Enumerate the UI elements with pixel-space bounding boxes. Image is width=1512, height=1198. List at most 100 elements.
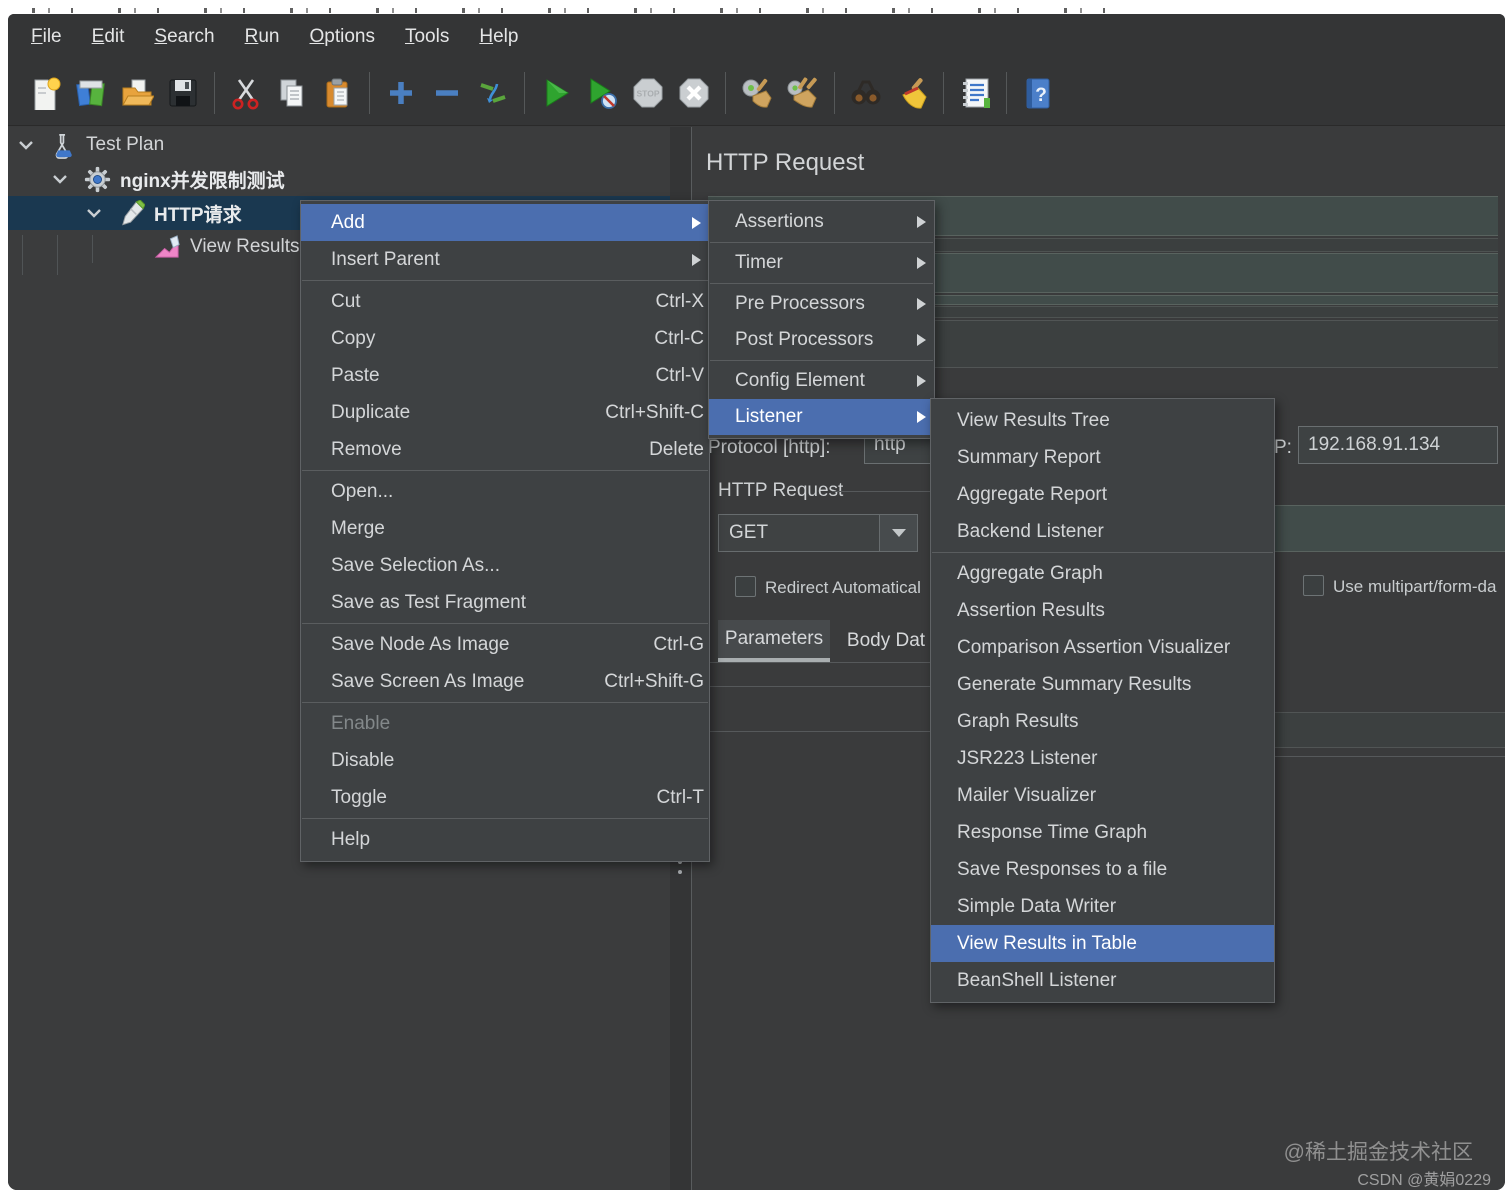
cut-icon[interactable] xyxy=(228,75,264,111)
watermark-juejin: @稀土掘金技术社区 xyxy=(1284,1136,1473,1166)
menu-item-open[interactable]: Open... xyxy=(301,473,709,510)
chevron-down-icon[interactable] xyxy=(16,135,36,155)
server-ip-label: P: xyxy=(1274,437,1292,459)
field-row xyxy=(1262,712,1505,748)
menu-item-merge[interactable]: Merge xyxy=(301,510,709,547)
function-helper-icon[interactable] xyxy=(957,75,993,111)
menu-edit[interactable]: Edit xyxy=(79,20,138,54)
menu-file[interactable]: File xyxy=(18,20,75,54)
menu-item-summary-report[interactable]: Summary Report xyxy=(931,439,1274,476)
reset-search-broom-icon[interactable] xyxy=(894,75,930,111)
svg-text:?: ? xyxy=(1035,85,1047,106)
menu-item-generate-summary-results[interactable]: Generate Summary Results xyxy=(931,666,1274,703)
menu-item-pre-processors[interactable]: Pre Processors xyxy=(709,286,934,322)
menu-item-response-time-graph[interactable]: Response Time Graph xyxy=(931,814,1274,851)
menu-search[interactable]: Search xyxy=(141,20,227,54)
menu-item-aggregate-report[interactable]: Aggregate Report xyxy=(931,476,1274,513)
swap-icon[interactable] xyxy=(475,75,511,111)
menu-item-save-as-test-fragment[interactable]: Save as Test Fragment xyxy=(301,584,709,621)
menu-run[interactable]: Run xyxy=(232,20,293,54)
open-file-icon[interactable] xyxy=(119,75,155,111)
chevron-down-icon[interactable] xyxy=(50,169,70,189)
tree-row-view-results[interactable]: View Results xyxy=(154,230,300,264)
tree-row-test-plan[interactable]: Test Plan xyxy=(16,128,164,162)
menu-item-enable: Enable xyxy=(301,705,709,742)
method-combobox[interactable]: GET xyxy=(718,514,918,552)
save-icon[interactable] xyxy=(165,75,201,111)
menu-item-duplicate[interactable]: DuplicateCtrl+Shift-C xyxy=(301,394,709,431)
menu-item-assertions[interactable]: Assertions xyxy=(709,204,934,240)
combobox-arrow-button[interactable] xyxy=(879,515,917,551)
search-binoculars-icon[interactable] xyxy=(848,75,884,111)
help-book-icon[interactable]: ? xyxy=(1020,75,1056,111)
svg-text:STOP: STOP xyxy=(637,88,660,98)
clipped-title-text xyxy=(14,8,1114,13)
tab-parameters[interactable]: Parameters xyxy=(718,620,830,662)
menu-item-timer[interactable]: Timer xyxy=(709,245,934,281)
start-no-pauses-icon[interactable] xyxy=(584,75,620,111)
menu-item-save-selection-as[interactable]: Save Selection As... xyxy=(301,547,709,584)
menu-options[interactable]: Options xyxy=(296,20,387,54)
menu-item-aggregate-graph[interactable]: Aggregate Graph xyxy=(931,555,1274,592)
paste-icon[interactable] xyxy=(320,75,356,111)
menu-item-save-responses-to-a-file[interactable]: Save Responses to a file xyxy=(931,851,1274,888)
panel-title: HTTP Request xyxy=(706,149,864,177)
menu-item-insert-parent[interactable]: Insert Parent xyxy=(301,241,709,278)
clear-icon[interactable] xyxy=(739,75,775,111)
clear-all-icon[interactable] xyxy=(785,75,821,111)
menu-item-comparison-assertion-visualizer[interactable]: Comparison Assertion Visualizer xyxy=(931,629,1274,666)
shutdown-icon[interactable] xyxy=(676,75,712,111)
menu-item-help[interactable]: Help xyxy=(301,821,709,858)
toolbar-separator xyxy=(524,72,525,114)
menu-item-listener[interactable]: Listener xyxy=(709,399,934,435)
menu-item-cut[interactable]: CutCtrl-X xyxy=(301,283,709,320)
menu-separator xyxy=(302,702,708,703)
menu-item-simple-data-writer[interactable]: Simple Data Writer xyxy=(931,888,1274,925)
menu-item-beanshell-listener[interactable]: BeanShell Listener xyxy=(931,962,1274,999)
submenu-arrow-icon xyxy=(917,411,926,423)
menu-item-assertion-results[interactable]: Assertion Results xyxy=(931,592,1274,629)
redirect-automatically-checkbox[interactable] xyxy=(735,576,756,597)
submenu-arrow-icon xyxy=(917,298,926,310)
window-title-strip xyxy=(0,0,1512,14)
watermark-csdn: CSDN @黄娟0229 xyxy=(1357,1166,1491,1190)
menu-item-backend-listener[interactable]: Backend Listener xyxy=(931,513,1274,550)
copy-icon[interactable] xyxy=(274,75,310,111)
start-icon[interactable] xyxy=(538,75,574,111)
remove-minus-icon[interactable] xyxy=(429,75,465,111)
menu-item-view-results-in-table[interactable]: View Results in Table xyxy=(931,925,1274,962)
menu-item-config-element[interactable]: Config Element xyxy=(709,363,934,399)
toolbar: STOP ? xyxy=(8,60,1505,126)
menu-item-save-screen-as-image[interactable]: Save Screen As ImageCtrl+Shift-G xyxy=(301,663,709,700)
server-ip-input[interactable]: 192.168.91.134 xyxy=(1298,426,1498,464)
group-box-label: HTTP Request xyxy=(718,480,843,502)
menu-item-remove[interactable]: RemoveDelete xyxy=(301,431,709,468)
tab-body-data[interactable]: Body Dat xyxy=(838,620,934,662)
menu-item-paste[interactable]: PasteCtrl-V xyxy=(301,357,709,394)
menu-item-disable[interactable]: Disable xyxy=(301,742,709,779)
tree-label: HTTP请求 xyxy=(154,200,242,227)
menu-help[interactable]: Help xyxy=(466,20,531,54)
menu-separator xyxy=(932,552,1273,553)
use-multipart-checkbox[interactable] xyxy=(1303,575,1324,596)
menu-separator xyxy=(302,623,708,624)
menu-item-jsr223-listener[interactable]: JSR223 Listener xyxy=(931,740,1274,777)
stop-icon[interactable]: STOP xyxy=(630,75,666,111)
menu-item-save-node-as-image[interactable]: Save Node As ImageCtrl-G xyxy=(301,626,709,663)
menu-item-mailer-visualizer[interactable]: Mailer Visualizer xyxy=(931,777,1274,814)
menu-tools[interactable]: Tools xyxy=(392,20,462,54)
tree-guide-line xyxy=(92,235,93,263)
templates-icon[interactable] xyxy=(73,75,109,111)
menu-item-graph-results[interactable]: Graph Results xyxy=(931,703,1274,740)
new-file-icon[interactable] xyxy=(27,75,63,111)
menu-item-post-processors[interactable]: Post Processors xyxy=(709,322,934,358)
tree-row-thread-group[interactable]: nginx并发限制测试 xyxy=(50,162,285,196)
menu-item-add[interactable]: Add xyxy=(301,204,709,241)
menu-item-toggle[interactable]: ToggleCtrl-T xyxy=(301,779,709,816)
submenu-arrow-icon xyxy=(917,375,926,387)
menu-item-copy[interactable]: CopyCtrl-C xyxy=(301,320,709,357)
add-plus-icon[interactable] xyxy=(383,75,419,111)
chevron-down-icon[interactable] xyxy=(84,203,104,223)
menu-item-view-results-tree[interactable]: View Results Tree xyxy=(931,402,1274,439)
menu-separator xyxy=(302,818,708,819)
